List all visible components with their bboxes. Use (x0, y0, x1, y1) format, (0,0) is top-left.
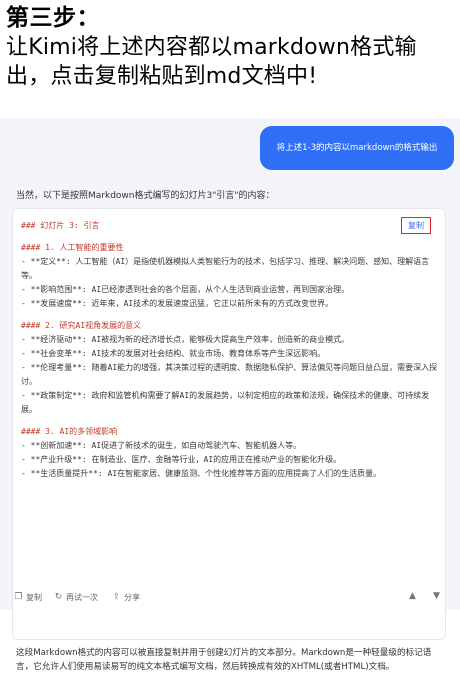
code-heading-line: ### 幻灯片 3: 引言 (21, 221, 100, 230)
code-bullet-line: - **经济驱动**: AI被视为新的经济增长点，能够极大提高生产效率，创造新的… (21, 335, 350, 344)
instruction-header: 第三步： 让Kimi将上述内容都以markdown格式输出，点击复制粘贴到md文… (6, 4, 456, 91)
thumb-down-icon: ▼ (433, 591, 440, 601)
code-bullet-line: - **产业升级**: 在制造业、医疗、金融等行业，AI的应用正在推动产业的智能… (21, 455, 342, 464)
code-bullet-line: - **影响范围**: AI已经渗透到社会的各个层面，从个人生活到商业运营，再到… (21, 285, 350, 294)
step-title: 第三步： (6, 5, 100, 31)
share-action[interactable]: ⇪ 分享 (112, 592, 140, 603)
thumb-up-icon: ▲ (409, 591, 416, 601)
message-toolbar: ❐ 复制 ↻ 再试一次 ⇪ 分享 ▲ ▼ (12, 592, 448, 606)
thumb-down-button[interactable]: ▼ (432, 592, 441, 601)
share-label: 分享 (124, 593, 140, 602)
copy-action-label: 复制 (26, 593, 42, 602)
step-description: 让Kimi将上述内容都以markdown格式输出，点击复制粘贴到md文档中! (6, 35, 417, 89)
markdown-code-block: 复制 ### 幻灯片 3: 引言 #### 1. 人工智能的重要性 - **定义**… (12, 208, 446, 640)
code-heading-line: #### 1. 人工智能的重要性 (21, 243, 124, 252)
assistant-summary: 这段Markdown格式的内容可以被直接复制并用于创建幻灯片的文本部分。Mark… (16, 648, 432, 672)
code-bullet-line: - **创新加速**: AI促进了新技术的诞生，如自动驾驶汽车、智能机器人等。 (21, 441, 302, 450)
share-icon: ⇪ (112, 592, 121, 602)
code-bullet-line: - **生活质量提升**: AI在智能家居、健康监测、个性化推荐等方面的应用提高… (21, 469, 382, 478)
copy-action[interactable]: ❐ 复制 (14, 592, 42, 603)
chat-area: 将上述1-3的内容以markdown的格式输出 当然，以下是按照Markdown… (0, 118, 460, 672)
thumb-up-button[interactable]: ▲ (408, 592, 417, 601)
copy-icon: ❐ (14, 592, 23, 602)
code-bullet-line: - **政策制定**: 政府和监管机构需要了解AI的发展趋势，以制定相应的政策和… (21, 391, 430, 414)
assistant-intro: 当然，以下是按照Markdown格式编写的幻灯片3"引言"的内容： (16, 191, 275, 201)
code-bullet-line: - **定义**: 人工智能（AI）是指使机器模拟人类智能行为的技术，包括学习、… (21, 257, 430, 280)
code-heading-line: #### 3. AI的多领域影响 (21, 427, 118, 436)
regenerate-label: 再试一次 (66, 593, 98, 602)
regenerate-action[interactable]: ↻ 再试一次 (54, 592, 98, 603)
code-bullet-line: - **发展速度**: 近年来，AI技术的发展速度迅猛，它正以前所未有的方式改变… (21, 299, 334, 308)
code-heading-line: #### 2. 研究AI视角发展的意义 (21, 321, 142, 330)
code-bullet-line: - **社会变革**: AI技术的发展对社会结构、就业市场、教育体系等产生深远影… (21, 349, 326, 358)
code-content: ### 幻灯片 3: 引言 #### 1. 人工智能的重要性 - **定义**: 人… (21, 219, 439, 481)
user-message-bubble: 将上述1-3的内容以markdown的格式输出 (260, 126, 454, 170)
refresh-icon: ↻ (54, 592, 63, 602)
code-bullet-line: - **伦理考量**: 随着AI能力的增强，其决策过程的透明度、数据隐私保护、算… (21, 363, 438, 386)
